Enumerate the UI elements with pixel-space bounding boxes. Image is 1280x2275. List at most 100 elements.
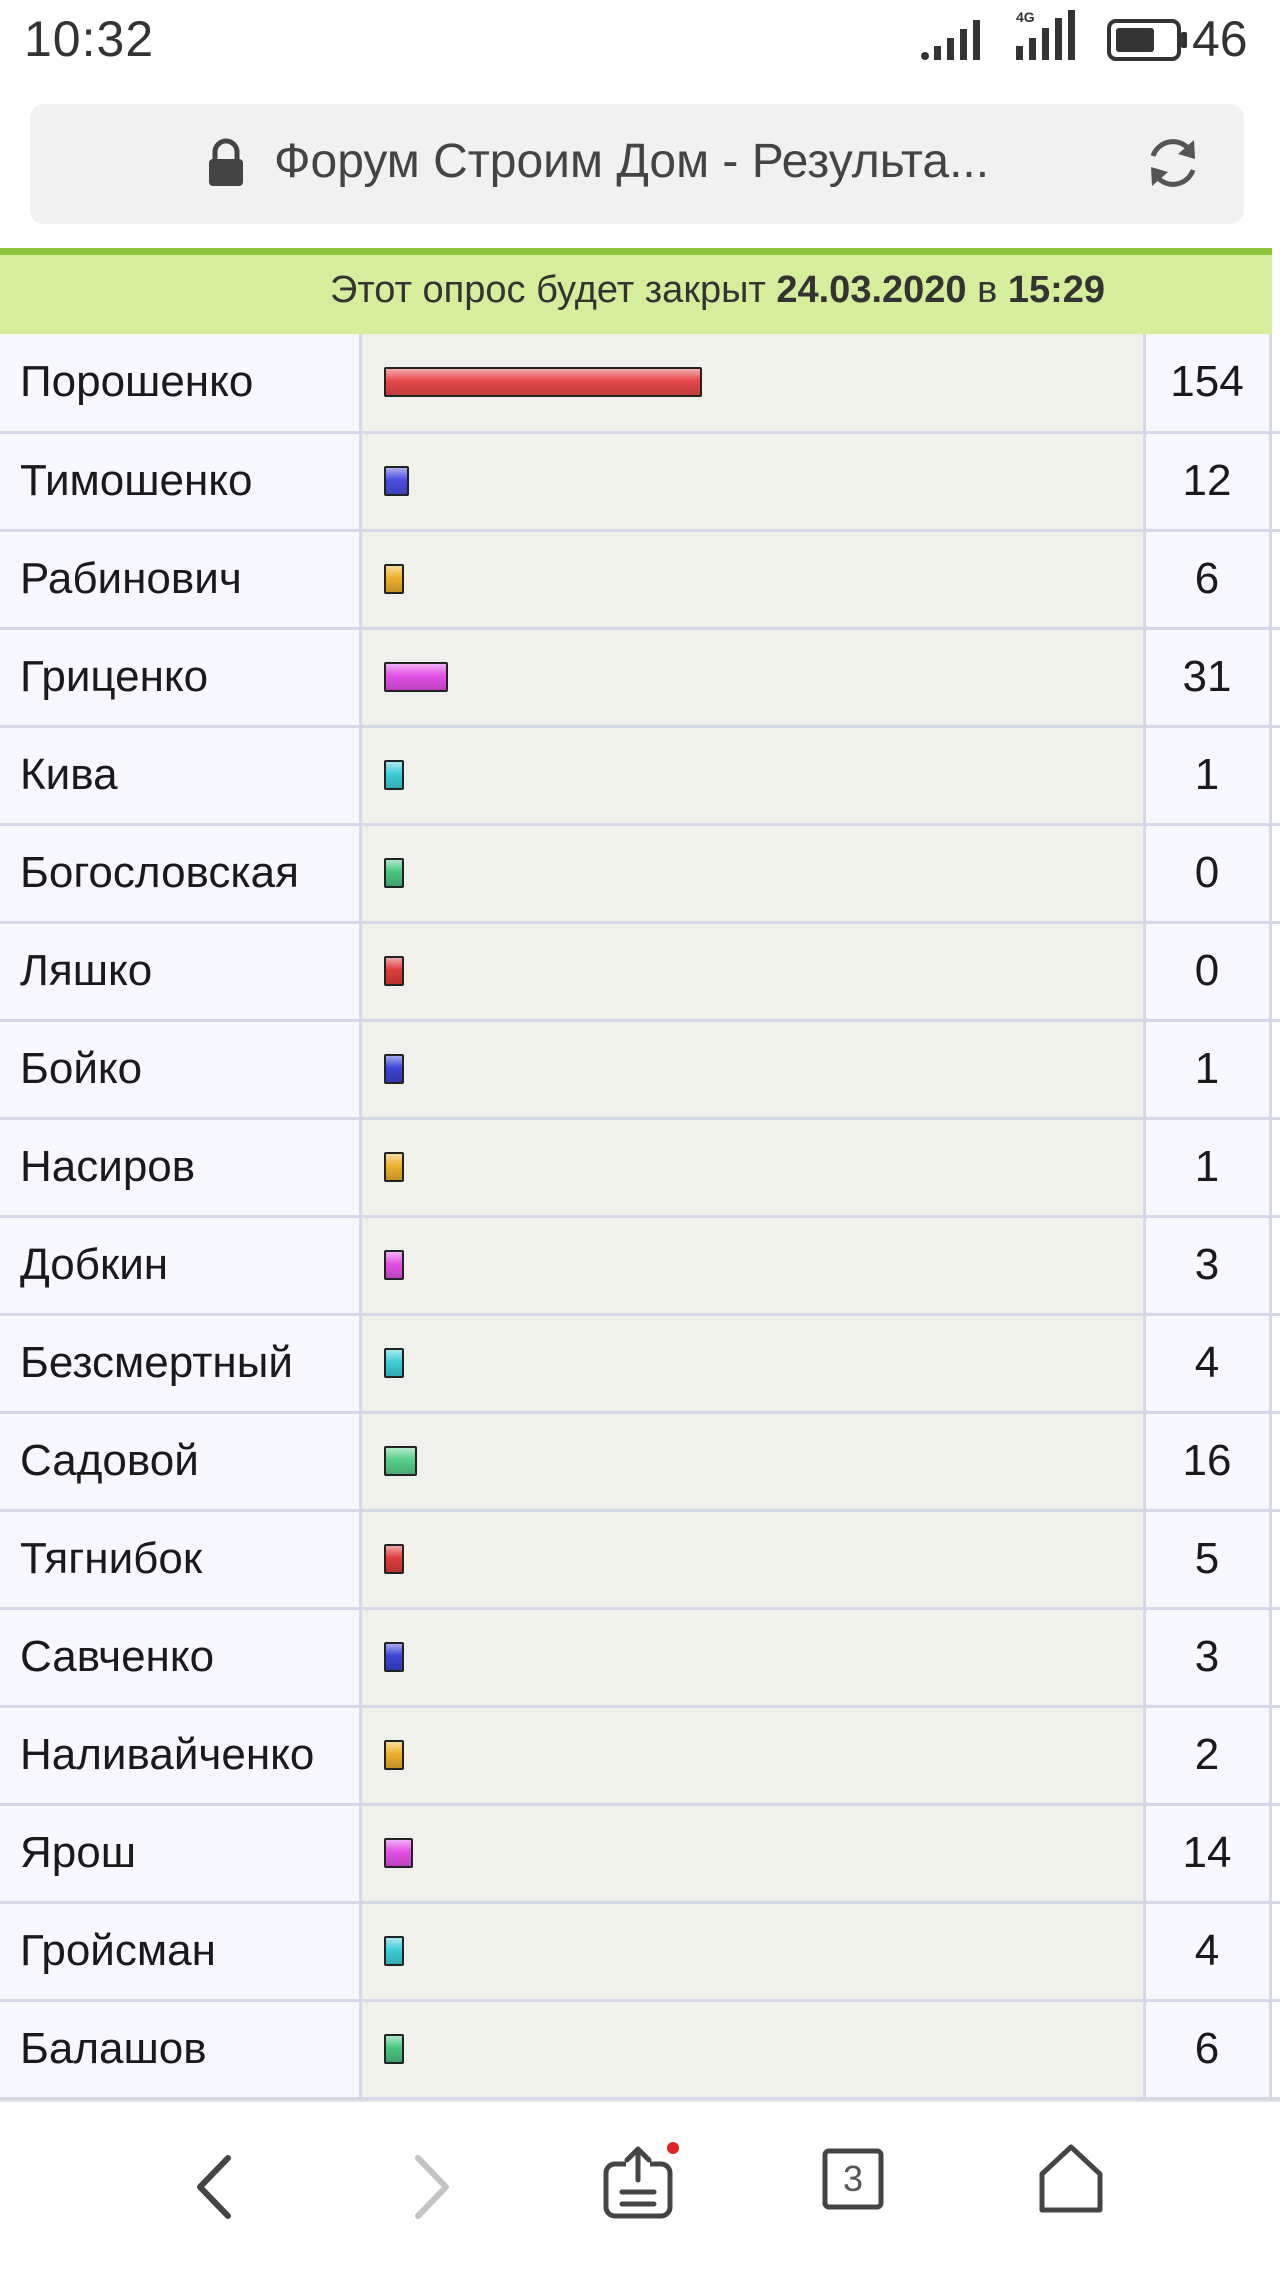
- vote-count: 2: [1144, 1706, 1272, 1806]
- vote-bar: [383, 1838, 413, 1868]
- vote-bar: [383, 1250, 404, 1280]
- poll-notice-middle: в: [977, 269, 998, 311]
- vote-bar: [383, 466, 409, 496]
- row-edge: [1270, 824, 1280, 924]
- signal-4g-icon: 4G: [1010, 8, 1092, 67]
- poll-close-date: 24.03.2020: [776, 269, 967, 311]
- vote-bar-cell: [360, 1118, 1146, 1218]
- row-edge: [1270, 1412, 1280, 1512]
- vote-count: 6: [1144, 2000, 1272, 2100]
- result-row: Порошенко 154: [0, 334, 1280, 434]
- vote-bar: [383, 1054, 404, 1084]
- row-edge: [1270, 1902, 1280, 2002]
- vote-count: 31: [1144, 628, 1272, 728]
- vote-count: 1: [1144, 726, 1272, 826]
- share-icon[interactable]: [600, 2142, 680, 2227]
- candidate-name: Безсмертный: [0, 1314, 362, 1414]
- poll-close-notice: Этот опрос будет закрыт 24.03.2020 в 15:…: [0, 248, 1272, 334]
- vote-bar: [383, 1544, 404, 1574]
- vote-bar-cell: [360, 1510, 1146, 1610]
- row-edge: [1270, 530, 1280, 630]
- result-row: Ляшко 0: [0, 922, 1280, 1022]
- row-edge: [1270, 1314, 1280, 1414]
- vote-bar-cell: [360, 334, 1146, 434]
- row-edge: [1270, 628, 1280, 728]
- vote-bar-cell: [360, 628, 1146, 728]
- vote-bar-cell: [360, 1706, 1146, 1806]
- candidate-name: Балашов: [0, 2000, 362, 2100]
- address-bar[interactable]: Форум Строим Дом - Результа...: [30, 104, 1244, 224]
- page-title[interactable]: Форум Строим Дом - Результа...: [274, 134, 989, 189]
- vote-bar: [383, 2034, 404, 2064]
- vote-bar: [383, 760, 404, 790]
- result-row: Балашов 6: [0, 2000, 1280, 2100]
- result-row: Безсмертный 4: [0, 1314, 1280, 1414]
- candidate-name: Насиров: [0, 1118, 362, 1218]
- vote-count: 3: [1144, 1216, 1272, 1316]
- vote-count: 16: [1144, 1412, 1272, 1512]
- result-row: Рабинович 6: [0, 530, 1280, 630]
- vote-bar: [383, 1936, 404, 1966]
- back-arrow-icon[interactable]: [186, 2152, 246, 2227]
- poll-close-time: 15:29: [1007, 269, 1106, 311]
- row-edge: [1270, 1608, 1280, 1708]
- row-edge: [1270, 2000, 1280, 2100]
- vote-count: 154: [1144, 334, 1272, 434]
- row-edge: [1270, 1706, 1280, 1806]
- vote-bar: [383, 1446, 417, 1476]
- row-edge: [1270, 922, 1280, 1022]
- candidate-name: Ляшко: [0, 922, 362, 1022]
- row-edge: [1270, 1510, 1280, 1610]
- result-row: Тягнибок 5: [0, 1510, 1280, 1610]
- candidate-name: Бойко: [0, 1020, 362, 1120]
- poll-notice-prefix: Этот опрос будет закрыт: [330, 269, 766, 311]
- row-edge: [1270, 432, 1280, 532]
- network-label: 4G: [1016, 9, 1035, 25]
- vote-bar-cell: [360, 1804, 1146, 1904]
- result-row: Гройсман 4: [0, 1902, 1280, 2002]
- row-edge: [1270, 726, 1280, 826]
- vote-bar-cell: [360, 2000, 1146, 2100]
- vote-bar: [383, 367, 702, 398]
- candidate-name: Гройсман: [0, 1902, 362, 2002]
- vote-bar: [383, 956, 404, 986]
- row-edge: [1270, 1216, 1280, 1316]
- home-icon[interactable]: [1036, 2142, 1106, 2219]
- poll-results-table: Порошенко 154 Тимошенко 12 Рабинович 6 Гриценк…: [0, 334, 1280, 2100]
- vote-bar: [383, 564, 404, 594]
- browser-screen: 10:32 4G 46 Форум Строим Дом - Результа.…: [0, 0, 1280, 2275]
- row-edge: [1270, 1804, 1280, 1904]
- candidate-name: Кива: [0, 726, 362, 826]
- candidate-name: Богословская: [0, 824, 362, 924]
- battery-icon: [1106, 18, 1190, 67]
- candidate-name: Садовой: [0, 1412, 362, 1512]
- poll-notice-text: Этот опрос будет закрыт 24.03.2020 в 15:…: [330, 269, 1105, 312]
- vote-count: 6: [1144, 530, 1272, 630]
- candidate-name: Ярош: [0, 1804, 362, 1904]
- vote-bar-cell: [360, 432, 1146, 532]
- vote-bar: [383, 1348, 404, 1378]
- vote-bar-cell: [360, 1902, 1146, 2002]
- candidate-name: Порошенко: [0, 334, 362, 434]
- forward-arrow-icon[interactable]: [400, 2152, 460, 2227]
- vote-bar: [383, 858, 404, 888]
- vote-bar-cell: [360, 1608, 1146, 1708]
- battery-level: 46: [1192, 11, 1248, 67]
- vote-bar-cell: [360, 726, 1146, 826]
- candidate-name: Тягнибок: [0, 1510, 362, 1610]
- vote-count: 14: [1144, 1804, 1272, 1904]
- result-row: Тимошенко 12: [0, 432, 1280, 532]
- vote-count: 5: [1144, 1510, 1272, 1610]
- share-notification-dot: [667, 2142, 679, 2154]
- vote-bar: [383, 662, 448, 692]
- row-edge: [1270, 1020, 1280, 1120]
- result-row: Ярош 14: [0, 1804, 1280, 1904]
- vote-bar-cell: [360, 1020, 1146, 1120]
- candidate-name: Савченко: [0, 1608, 362, 1708]
- vote-count: 1: [1144, 1020, 1272, 1120]
- row-edge: [1270, 334, 1280, 434]
- vote-bar-cell: [360, 1216, 1146, 1316]
- vote-bar-cell: [360, 530, 1146, 630]
- reload-icon[interactable]: [1142, 132, 1204, 199]
- vote-count: 0: [1144, 824, 1272, 924]
